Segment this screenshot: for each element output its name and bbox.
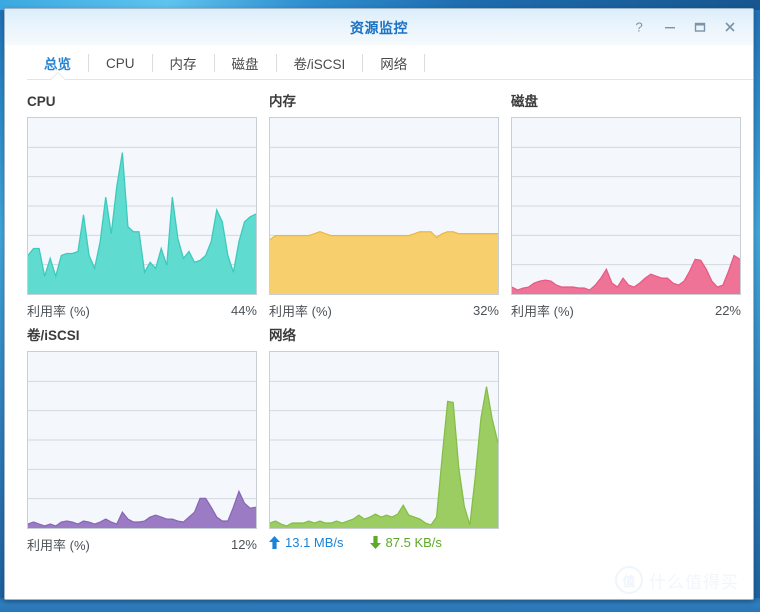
close-button[interactable] xyxy=(717,15,743,39)
volume-footer-label: 利用率 (%) xyxy=(27,538,90,553)
tab-cpu[interactable]: CPU xyxy=(89,46,152,80)
tab-divider xyxy=(424,54,426,72)
watermark-badge: 值 xyxy=(615,566,643,594)
window-titlebar[interactable]: 资源监控 ? xyxy=(5,9,753,46)
help-button[interactable]: ? xyxy=(627,15,653,39)
tab-overview-label: 总览 xyxy=(44,57,71,72)
disk-chart-svg xyxy=(512,146,740,294)
disk-footer-label: 利用率 (%) xyxy=(511,304,574,319)
minimize-button[interactable] xyxy=(657,15,683,39)
panel-cpu: CPU 利用率 (%) 44% xyxy=(27,94,259,320)
cpu-chart-svg xyxy=(28,146,256,294)
tab-memory[interactable]: 内存 xyxy=(153,46,214,80)
panel-disk-title: 磁盘 xyxy=(511,94,538,109)
watermark: 值 什么值得买 xyxy=(615,566,739,594)
volume-value: 12% xyxy=(230,537,257,552)
network-upload-value: 13.1 MB/s xyxy=(285,535,344,550)
watermark-text: 什么值得买 xyxy=(649,572,739,592)
tab-network-label: 网络 xyxy=(380,57,408,72)
network-chart-svg xyxy=(270,380,498,528)
panel-disk: 磁盘 利用率 (%) 22% xyxy=(511,94,743,320)
network-download-stat: 87.5 KB/s xyxy=(369,535,442,550)
volume-chart-svg xyxy=(28,380,256,528)
disk-chart xyxy=(511,117,741,295)
desktop-bottom-strip xyxy=(0,598,760,612)
network-footer: 13.1 MB/s 87.5 KB/s xyxy=(269,535,499,550)
network-chart xyxy=(269,351,499,529)
disk-value: 22% xyxy=(714,303,741,318)
disk-footer: 利用率 (%) 22% xyxy=(511,301,741,320)
panel-memory: 内存 利用率 (%) 32% xyxy=(269,94,501,320)
tab-bar: 总览 CPU 内存 磁盘 卷/iSCSI 网络 xyxy=(5,46,753,81)
memory-area xyxy=(270,231,498,294)
cpu-footer-label: 利用率 (%) xyxy=(27,304,90,319)
resource-monitor-window: 资源监控 ? 总览 CPU 内存 磁盘 卷/iSCSI 网络 CPU 利用率 (… xyxy=(4,8,754,600)
panel-network: 网络 13.1 MB/s 87.5 KB/s xyxy=(269,328,501,550)
tab-network[interactable]: 网络 xyxy=(363,46,424,80)
memory-value: 32% xyxy=(472,303,499,318)
volume-line xyxy=(28,489,256,527)
cpu-chart xyxy=(27,117,257,295)
cpu-footer: 利用率 (%) 44% xyxy=(27,301,257,320)
memory-chart-svg xyxy=(270,146,498,294)
tab-cpu-label: CPU xyxy=(106,55,135,71)
svg-text:?: ? xyxy=(635,20,642,34)
arrow-up-icon xyxy=(269,536,280,549)
tab-memory-label: 内存 xyxy=(169,57,197,72)
panel-volume-iscsi: 卷/iSCSI 利用率 (%) 12% xyxy=(27,328,259,554)
volume-footer: 利用率 (%) 12% xyxy=(27,535,257,554)
tab-volume-iscsi-label: 卷/iSCSI xyxy=(293,57,346,72)
panel-memory-title: 内存 xyxy=(269,94,296,109)
cpu-value: 44% xyxy=(230,303,257,318)
overview-content: CPU 利用率 (%) 44% 内存 利用率 (%) 32% 磁盘 利用率 (%… xyxy=(5,80,753,599)
memory-footer: 利用率 (%) 32% xyxy=(269,301,499,320)
cpu-area xyxy=(28,152,256,294)
network-gridlines xyxy=(270,380,498,500)
network-upload-stat: 13.1 MB/s xyxy=(269,535,344,550)
disk-area xyxy=(512,255,740,294)
panel-network-title: 网络 xyxy=(269,328,296,343)
disk-gridlines xyxy=(512,146,740,266)
tab-disk[interactable]: 磁盘 xyxy=(215,46,276,80)
window-controls: ? xyxy=(627,15,743,39)
memory-footer-label: 利用率 (%) xyxy=(269,304,332,319)
network-download-value: 87.5 KB/s xyxy=(385,535,442,550)
volume-gridlines xyxy=(28,380,256,500)
tab-disk-label: 磁盘 xyxy=(231,57,259,72)
tab-volume-iscsi[interactable]: 卷/iSCSI xyxy=(277,46,363,80)
maximize-button[interactable] xyxy=(687,15,713,39)
network-line xyxy=(270,386,498,527)
volume-chart xyxy=(27,351,257,529)
panel-volume-iscsi-title: 卷/iSCSI xyxy=(27,328,80,343)
memory-chart xyxy=(269,117,499,295)
panel-cpu-title: CPU xyxy=(27,94,56,109)
arrow-down-icon xyxy=(369,536,381,549)
